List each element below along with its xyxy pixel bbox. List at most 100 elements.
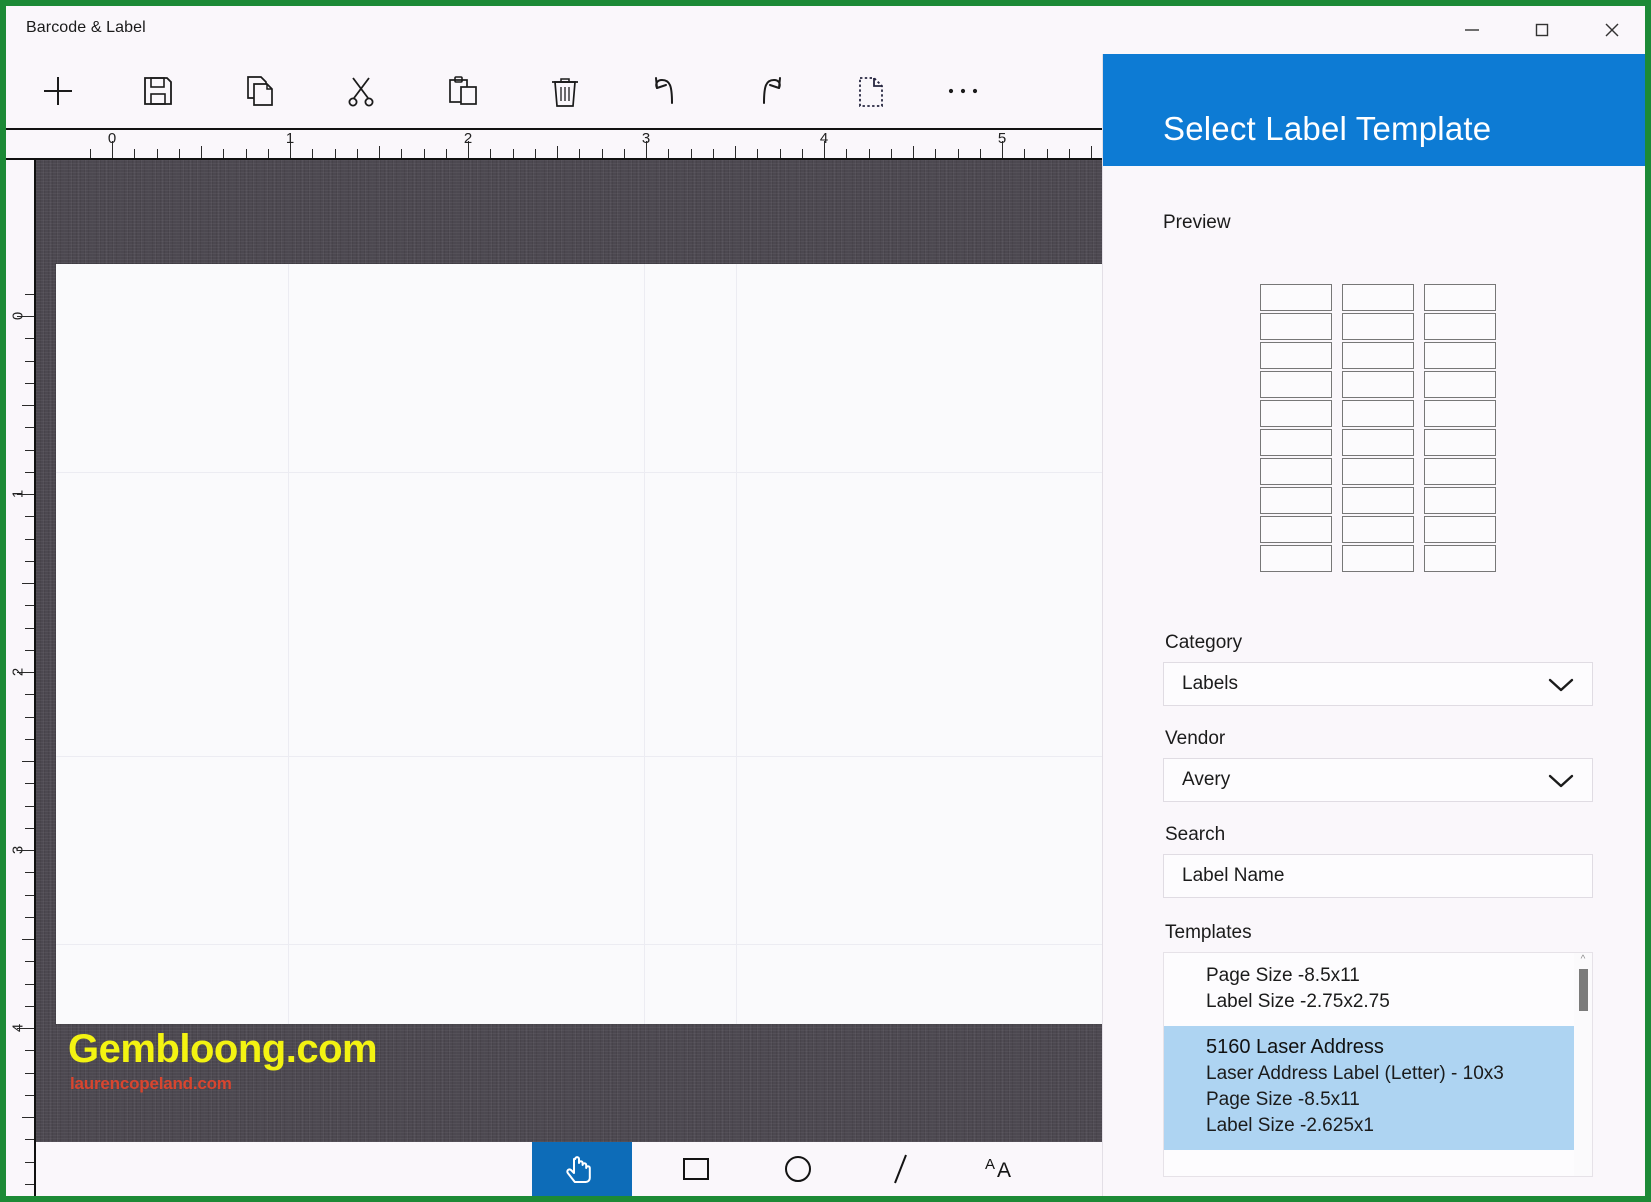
app-window: Barcode & Label 0 1 2 3 4 5 0 1 2 3 4 Ge… — [6, 6, 1645, 1196]
preview-label-cell — [1260, 400, 1332, 427]
list-item[interactable]: 5160 Laser Address Laser Address Label (… — [1164, 1026, 1592, 1151]
watermark-secondary: laurencopeland.com — [70, 1074, 232, 1093]
search-field[interactable] — [1163, 854, 1593, 898]
save-button[interactable] — [126, 60, 190, 122]
select-page-button[interactable] — [839, 60, 903, 122]
drawing-tools-bar: A A — [36, 1142, 1102, 1196]
preview-label-cell — [1260, 458, 1332, 485]
canvas-area[interactable]: Gembloong.com laurencopeland.com — [36, 160, 1102, 1142]
vertical-ruler[interactable]: 0 1 2 3 4 — [6, 160, 36, 1196]
search-input[interactable] — [1182, 865, 1574, 887]
horizontal-ruler[interactable]: 0 1 2 3 4 5 — [6, 132, 1102, 160]
templates-scrollbar[interactable]: ^ — [1574, 953, 1592, 1176]
copy-icon — [247, 76, 273, 106]
preview-label-cell — [1424, 516, 1496, 543]
template-line: Label Size -2.625x1 — [1206, 1114, 1374, 1136]
preview-label-cell — [1342, 371, 1414, 398]
preview-label-cell — [1342, 400, 1414, 427]
document-page[interactable] — [56, 264, 1102, 1024]
ruler-tick-label: 3 — [9, 845, 27, 855]
ruler-tick-label: 2 — [463, 132, 473, 147]
ruler-tick-label: 1 — [285, 132, 295, 147]
ruler-tick-label: 0 — [107, 132, 117, 147]
preview-label-cell — [1424, 400, 1496, 427]
svg-text:A: A — [985, 1156, 995, 1173]
minimize-icon — [1465, 29, 1479, 31]
text-tool-button[interactable]: A A — [954, 1142, 1054, 1196]
vendor-value: Avery — [1182, 769, 1231, 790]
new-button[interactable] — [26, 60, 90, 122]
template-line: Label Size -2.75x2.75 — [1206, 990, 1390, 1012]
cut-button[interactable] — [329, 60, 393, 122]
preview-label-cell — [1424, 458, 1496, 485]
templates-list[interactable]: Page Size -8.5x11 Label Size -2.75x2.75 … — [1163, 952, 1593, 1177]
preview-container — [1163, 284, 1593, 572]
hand-pointer-icon — [566, 1156, 591, 1183]
ellipsis-icon — [948, 88, 978, 94]
select-tool-button[interactable] — [532, 1142, 632, 1196]
preview-label-cell — [1424, 284, 1496, 311]
preview-label-cell — [1260, 487, 1332, 514]
copy-button[interactable] — [228, 60, 292, 122]
ellipse-tool-button[interactable] — [748, 1142, 848, 1196]
text-aa-icon: A A — [985, 1156, 1011, 1182]
main-toolbar — [6, 54, 1102, 130]
panel-title: Select Label Template — [1163, 110, 1492, 147]
preview-label-cell — [1260, 284, 1332, 311]
panel-body: Preview Category Labels Vendor Avery Sea… — [1103, 166, 1645, 1177]
maximize-button[interactable] — [1517, 6, 1567, 54]
close-button[interactable] — [1587, 6, 1637, 54]
preview-label-cell — [1424, 487, 1496, 514]
preview-label-cell — [1342, 342, 1414, 369]
redo-button[interactable] — [737, 60, 801, 122]
preview-label-cell — [1424, 342, 1496, 369]
line-tool-button[interactable] — [851, 1142, 951, 1196]
minimize-button[interactable] — [1447, 6, 1497, 54]
save-icon — [144, 77, 172, 105]
select-label-template-panel: Select Label Template Preview Category L… — [1102, 54, 1645, 1196]
template-line: Page Size -8.5x11 — [1206, 1088, 1360, 1110]
chevron-down-icon — [1548, 678, 1574, 691]
slash-icon — [894, 1154, 907, 1184]
maximize-icon — [1535, 23, 1549, 37]
template-line: Laser Address Label (Letter) - 10x3 — [1206, 1063, 1504, 1085]
preview-label-cell — [1342, 516, 1414, 543]
preview-label-cell — [1342, 313, 1414, 340]
circle-icon — [785, 1156, 811, 1182]
search-label: Search — [1165, 824, 1226, 845]
watermark-primary: Gembloong.com — [68, 1027, 378, 1071]
preview-label-cell — [1260, 342, 1332, 369]
scroll-up-icon[interactable]: ^ — [1581, 953, 1586, 967]
vendor-dropdown[interactable]: Avery — [1163, 758, 1593, 802]
undo-button[interactable] — [635, 60, 699, 122]
rectangle-tool-button[interactable] — [646, 1142, 746, 1196]
vendor-label: Vendor — [1165, 728, 1226, 749]
dashed-page-icon — [859, 77, 883, 107]
ruler-tick-label: 3 — [641, 132, 651, 147]
preview-label-cell — [1424, 545, 1496, 572]
preview-label-cell — [1260, 429, 1332, 456]
scissors-icon — [348, 77, 374, 107]
scrollbar-thumb[interactable] — [1578, 969, 1588, 1011]
redo-icon — [763, 77, 781, 104]
undo-icon — [655, 77, 673, 104]
category-dropdown[interactable]: Labels — [1163, 662, 1593, 706]
preview-label-cell — [1260, 545, 1332, 572]
ruler-tick-label: 5 — [997, 132, 1007, 147]
category-label: Category — [1165, 632, 1243, 653]
ruler-tick-label: 1 — [9, 489, 27, 499]
preview-label-cell — [1342, 458, 1414, 485]
preview-label-cell — [1260, 313, 1332, 340]
templates-label: Templates — [1165, 922, 1252, 943]
preview-label-cell — [1424, 429, 1496, 456]
template-name: 5160 Laser Address — [1206, 1036, 1384, 1059]
panel-header: Select Label Template — [1103, 54, 1645, 166]
label-preview-grid — [1260, 284, 1496, 572]
list-item[interactable]: Page Size -8.5x11 Label Size -2.75x2.75 — [1164, 953, 1592, 1026]
preview-label: Preview — [1163, 212, 1231, 233]
paste-button[interactable] — [431, 60, 495, 122]
ruler-tick-label: 0 — [9, 311, 27, 321]
plus-icon — [44, 77, 72, 105]
delete-button[interactable] — [533, 60, 597, 122]
more-button[interactable] — [931, 60, 995, 122]
